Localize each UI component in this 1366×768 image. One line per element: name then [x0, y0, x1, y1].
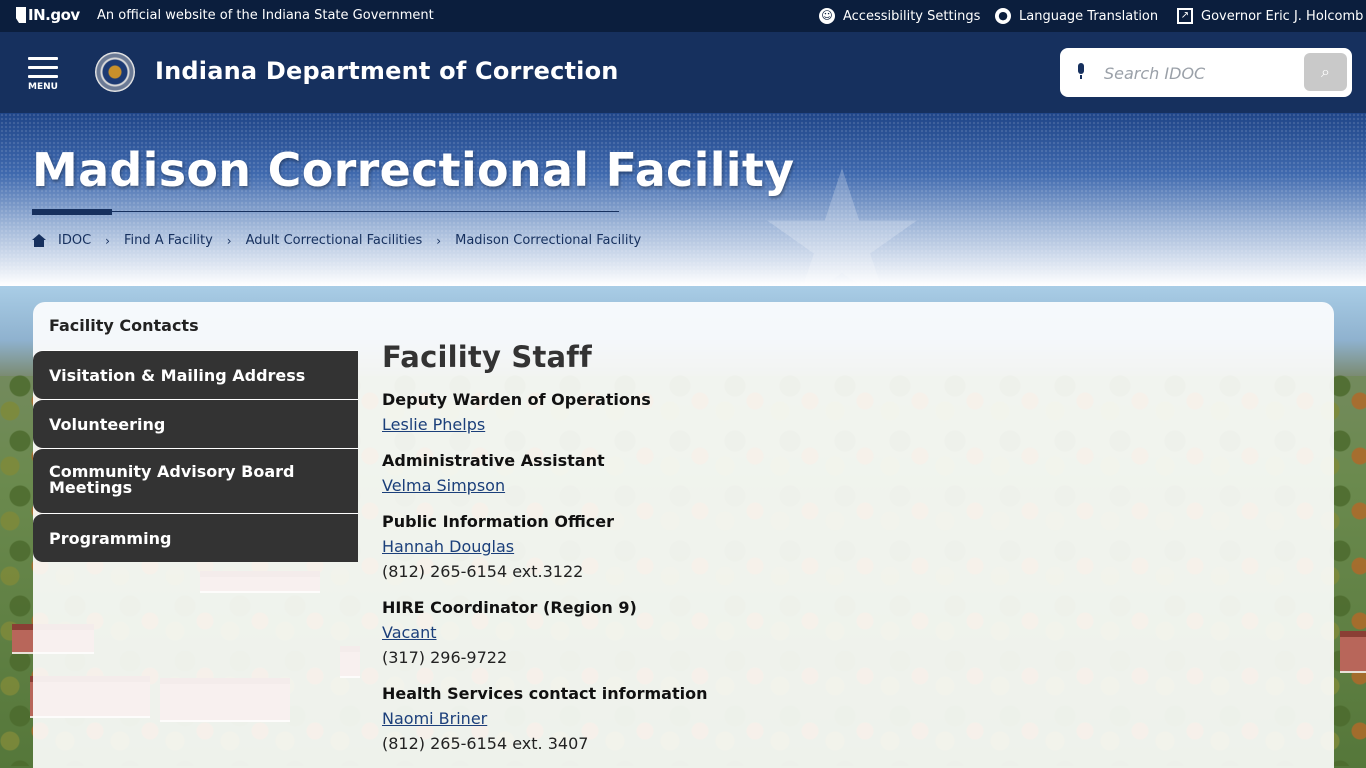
- indiana-state-icon: [16, 7, 26, 23]
- staff-name-link[interactable]: Hannah Douglas: [382, 537, 514, 557]
- staff-entry: Administrative Assistant Velma Simpson: [382, 451, 1282, 496]
- staff-phone: (317) 296-9722: [382, 648, 508, 667]
- staff-role: Health Services contact information: [382, 684, 708, 703]
- state-utility-bar: IN.gov An official website of the Indian…: [0, 0, 1366, 32]
- agency-title[interactable]: Indiana Department of Correction: [155, 57, 619, 85]
- microphone-icon[interactable]: [1076, 63, 1086, 81]
- staff-name-link[interactable]: Velma Simpson: [382, 476, 505, 496]
- search-icon: ⌕: [1321, 62, 1330, 81]
- home-icon-base: [34, 240, 44, 247]
- microphone-capsule: [1078, 63, 1084, 74]
- staff-name-link[interactable]: Naomi Briner: [382, 709, 487, 729]
- official-website-text: An official website of the Indiana State…: [97, 8, 434, 23]
- hamburger-bar: [28, 66, 58, 69]
- section-heading: Facility Staff: [382, 340, 592, 374]
- staff-entry: Deputy Warden of Operations Leslie Phelp…: [382, 390, 1282, 435]
- ingov-logo[interactable]: IN.gov: [16, 6, 80, 24]
- agency-seal-logo[interactable]: [95, 52, 135, 92]
- nav-volunteering[interactable]: Volunteering: [33, 399, 358, 448]
- facility-side-nav: Facility Contacts Visitation & Mailing A…: [33, 302, 358, 562]
- microphone-stem: [1080, 75, 1082, 79]
- photo-building: [1340, 631, 1366, 671]
- agency-header: MENU Indiana Department of Correction ⌕: [0, 32, 1366, 113]
- staff-phone: (812) 265-6154 ext. 3407: [382, 734, 589, 753]
- breadcrumb: IDOC › Find A Facility › Adult Correctio…: [32, 233, 641, 248]
- page-title: Madison Correctional Facility: [32, 143, 795, 197]
- staff-entry: HIRE Coordinator (Region 9) Vacant (317)…: [382, 598, 1282, 668]
- breadcrumb-adult-facilities[interactable]: Adult Correctional Facilities: [246, 233, 423, 248]
- search-input[interactable]: [1104, 60, 1294, 86]
- nav-community-advisory-board[interactable]: Community Advisory Board Meetings: [33, 448, 358, 513]
- chevron-right-icon: ›: [226, 233, 232, 248]
- staff-entry: Public Information Officer Hannah Dougla…: [382, 512, 1282, 582]
- governor-link[interactable]: ↗ Governor Eric J. Holcomb: [1177, 8, 1363, 24]
- hero-texture: [0, 113, 1366, 286]
- home-icon[interactable]: [32, 234, 46, 247]
- staff-name-link[interactable]: Leslie Phelps: [382, 415, 485, 435]
- search-button[interactable]: ⌕: [1304, 53, 1347, 91]
- menu-button[interactable]: MENU: [28, 57, 60, 92]
- language-translation-link[interactable]: ● Language Translation: [995, 8, 1158, 24]
- breadcrumb-find-a-facility[interactable]: Find A Facility: [124, 233, 213, 248]
- accessibility-icon: ☺: [819, 8, 835, 24]
- title-underline-accent: [32, 209, 112, 215]
- staff-role: Deputy Warden of Operations: [382, 390, 651, 409]
- accessibility-settings-link[interactable]: ☺ Accessibility Settings: [819, 8, 980, 24]
- main-content: Facility Staff Deputy Warden of Operatio…: [382, 340, 1282, 768]
- nav-visitation-mailing[interactable]: Visitation & Mailing Address: [33, 350, 358, 399]
- nav-facility-contacts[interactable]: Facility Contacts: [33, 302, 358, 350]
- title-underline: [112, 211, 619, 212]
- breadcrumb-current: Madison Correctional Facility: [455, 233, 642, 248]
- accessibility-settings-label: Accessibility Settings: [843, 8, 981, 24]
- page-hero: Madison Correctional Facility IDOC › Fin…: [0, 113, 1366, 286]
- ingov-logo-text: IN.gov: [28, 6, 80, 24]
- governor-label: Governor Eric J. Holcomb: [1201, 8, 1364, 24]
- staff-name-link[interactable]: Vacant: [382, 623, 437, 643]
- menu-label: MENU: [28, 82, 58, 92]
- staff-phone: (812) 265-6154 ext.3122: [382, 562, 584, 581]
- hamburger-icon: [28, 57, 58, 60]
- staff-entry: Health Services contact information Naom…: [382, 684, 1282, 754]
- nav-programming[interactable]: Programming: [33, 513, 358, 562]
- chevron-right-icon: ›: [436, 233, 442, 248]
- hamburger-bar: [28, 75, 58, 78]
- staff-role: Public Information Officer: [382, 512, 615, 531]
- staff-role: Administrative Assistant: [382, 451, 605, 470]
- chevron-right-icon: ›: [105, 233, 110, 248]
- external-link-icon: ↗: [1177, 8, 1193, 24]
- breadcrumb-idoc[interactable]: IDOC: [58, 233, 91, 248]
- globe-icon: ●: [995, 8, 1011, 24]
- staff-role: HIRE Coordinator (Region 9): [382, 598, 637, 617]
- language-translation-label: Language Translation: [1019, 8, 1159, 24]
- search-box: ⌕: [1060, 48, 1352, 97]
